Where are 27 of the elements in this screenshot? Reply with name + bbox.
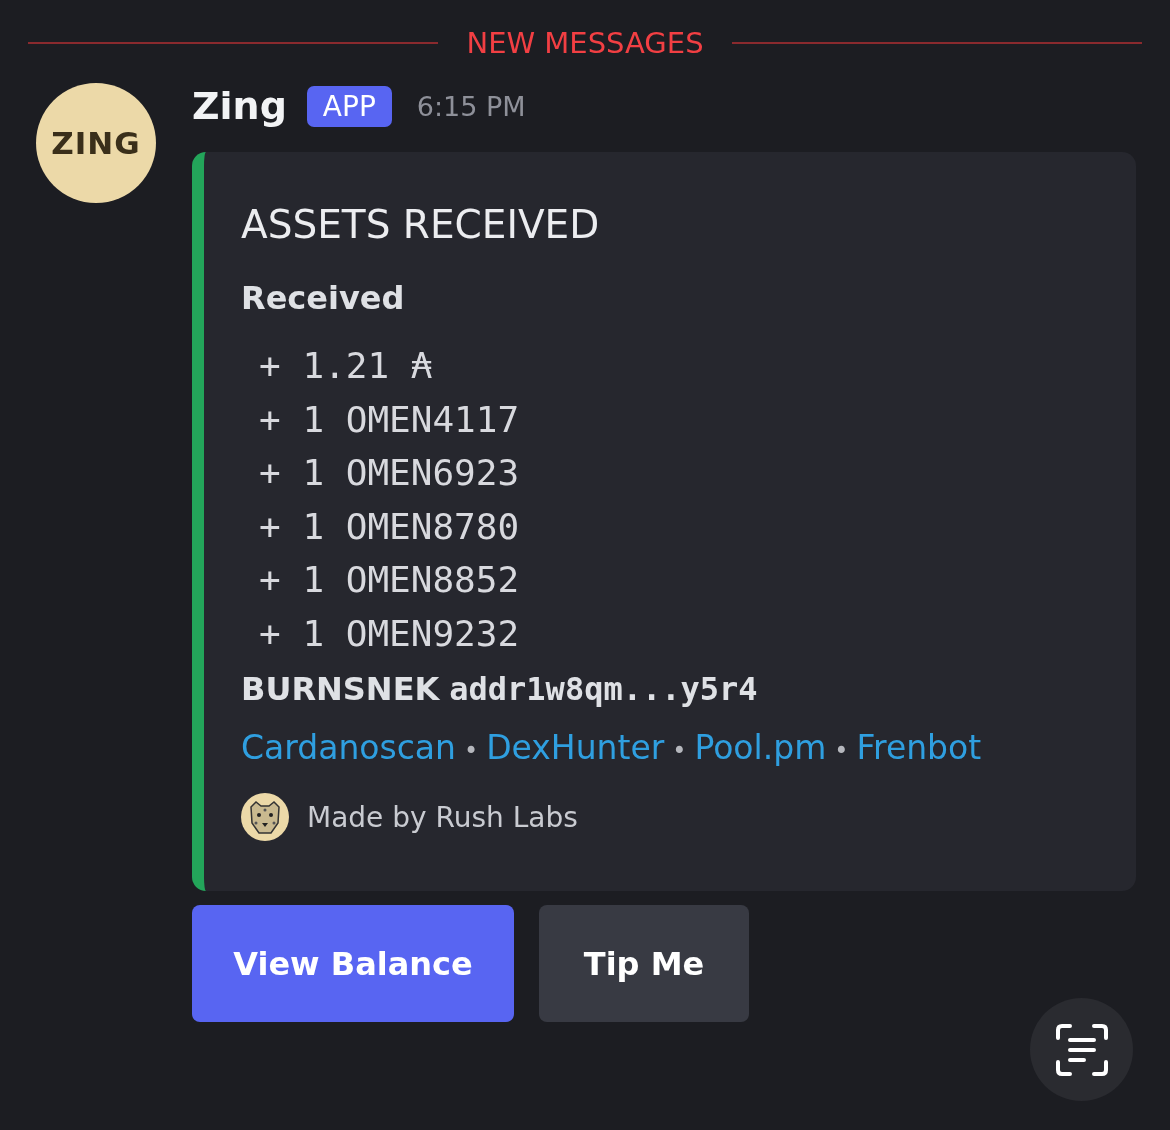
separator-dot: • xyxy=(464,737,479,765)
asset-line: + 1 OMEN6923 xyxy=(259,451,521,495)
separator-dot: • xyxy=(834,737,849,765)
author-name[interactable]: Zing xyxy=(192,84,287,128)
link[interactable]: DexHunter xyxy=(486,728,665,767)
address-value: addr1w8qm...y5r4 xyxy=(449,670,758,708)
asset-line: + 1.21 ₳ xyxy=(259,344,434,388)
action-button[interactable]: View Balance xyxy=(192,905,514,1022)
field-name: Received xyxy=(241,279,406,317)
action-button[interactable]: Tip Me xyxy=(539,905,749,1022)
asset-line: + 1 OMEN4117 xyxy=(259,397,521,442)
message-time: 6:15 PM xyxy=(416,90,526,122)
footer-text: Made by Rush Labs xyxy=(307,800,578,834)
user-avatar[interactable]: ZING xyxy=(36,83,156,203)
app-badge: APP xyxy=(306,85,392,127)
embed-title: ASSETS RECEIVED xyxy=(241,202,601,247)
link[interactable]: Cardanoscan xyxy=(241,728,456,767)
asset-line: + 1 OMEN8852 xyxy=(259,558,521,602)
separator-dot: • xyxy=(672,737,687,765)
asset-line: + 1 OMEN9232 xyxy=(259,611,521,656)
asset-line: + 1 OMEN8780 xyxy=(259,504,521,549)
link[interactable]: Pool.pm xyxy=(694,728,827,767)
link[interactable]: Frenbot xyxy=(856,728,982,767)
scan-text-icon xyxy=(1053,1021,1110,1078)
new-messages-label: NEW MESSAGES xyxy=(466,26,704,60)
address-label: BURNSNEK xyxy=(241,670,440,708)
leopard-avatar-icon xyxy=(241,793,289,841)
